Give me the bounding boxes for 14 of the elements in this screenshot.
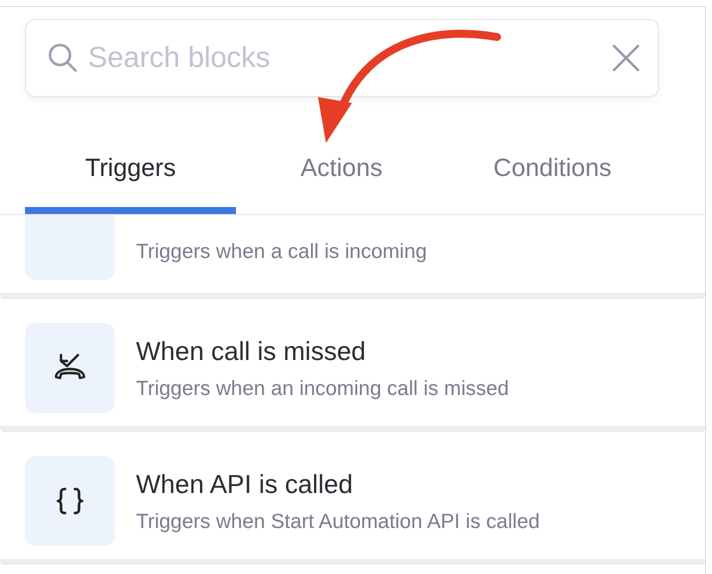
block-card[interactable]: When call is missed Triggers when an incoming call is missed	[0, 299, 705, 432]
block-title: When call is missed	[136, 336, 367, 366]
braces-icon	[55, 486, 85, 516]
close-icon[interactable]	[611, 43, 641, 73]
block-description: Triggers when a call is incoming	[136, 240, 427, 265]
block-description: Triggers when an incoming call is missed	[136, 376, 509, 400]
search-icon	[47, 42, 79, 74]
tab[interactable]: Actions	[236, 119, 447, 214]
tab[interactable]: Conditions	[447, 119, 658, 214]
block-card[interactable]: Triggers when a call is incoming	[0, 215, 705, 299]
block-description: Triggers when Start Automation API is called	[136, 510, 540, 534]
block-card[interactable]: When API is called Triggers when Start Automation API is called	[0, 432, 705, 565]
search-field[interactable]: Search blocks	[25, 19, 659, 97]
block-title: When API is called	[136, 468, 354, 500]
